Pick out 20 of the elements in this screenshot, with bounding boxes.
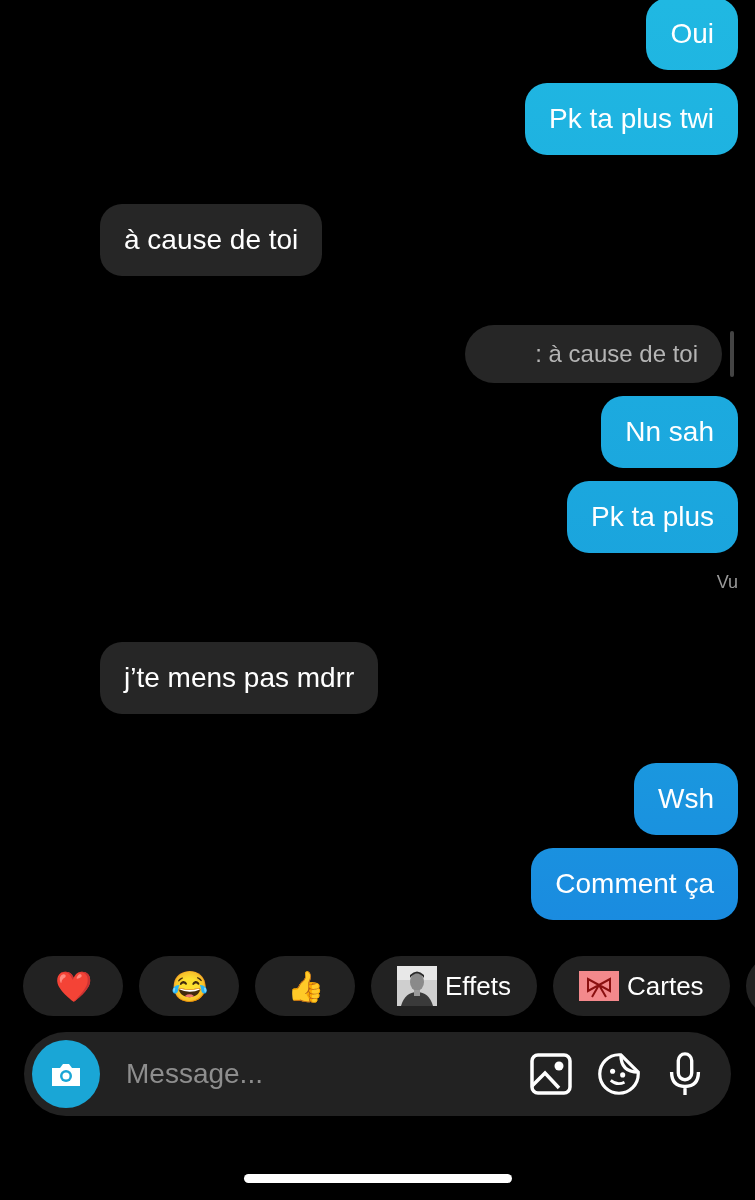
sent-message: Nn sah xyxy=(601,396,738,468)
sent-message: Comment ça xyxy=(531,848,738,920)
sent-message: Oui xyxy=(646,0,738,70)
sent-message: Pk ta plus xyxy=(567,481,738,553)
received-message: à cause de toi xyxy=(100,204,323,276)
sent-message: Wsh xyxy=(634,763,738,835)
reply-quote: : à cause de toi xyxy=(465,325,722,383)
gallery-icon[interactable] xyxy=(529,1052,573,1096)
cards-button[interactable]: Cartes xyxy=(553,956,730,1016)
emoji-reaction-button[interactable]: ❤ xyxy=(23,956,123,1016)
sent-message: Pk ta plus twi xyxy=(525,83,738,155)
camera-button[interactable] xyxy=(32,1040,100,1108)
emoji-reaction-button[interactable]: 😂 xyxy=(139,956,239,1016)
sticker-icon[interactable] xyxy=(597,1052,641,1096)
effects-button[interactable]: Effets xyxy=(371,956,537,1016)
received-message: j’te mens pas mdrr xyxy=(100,642,379,714)
seen-status: Vu xyxy=(716,572,738,593)
emoji-reaction-button[interactable]: 👍 xyxy=(255,956,355,1016)
message-input[interactable]: Message... xyxy=(124,1057,505,1091)
gift-bow-icon xyxy=(579,971,619,1001)
